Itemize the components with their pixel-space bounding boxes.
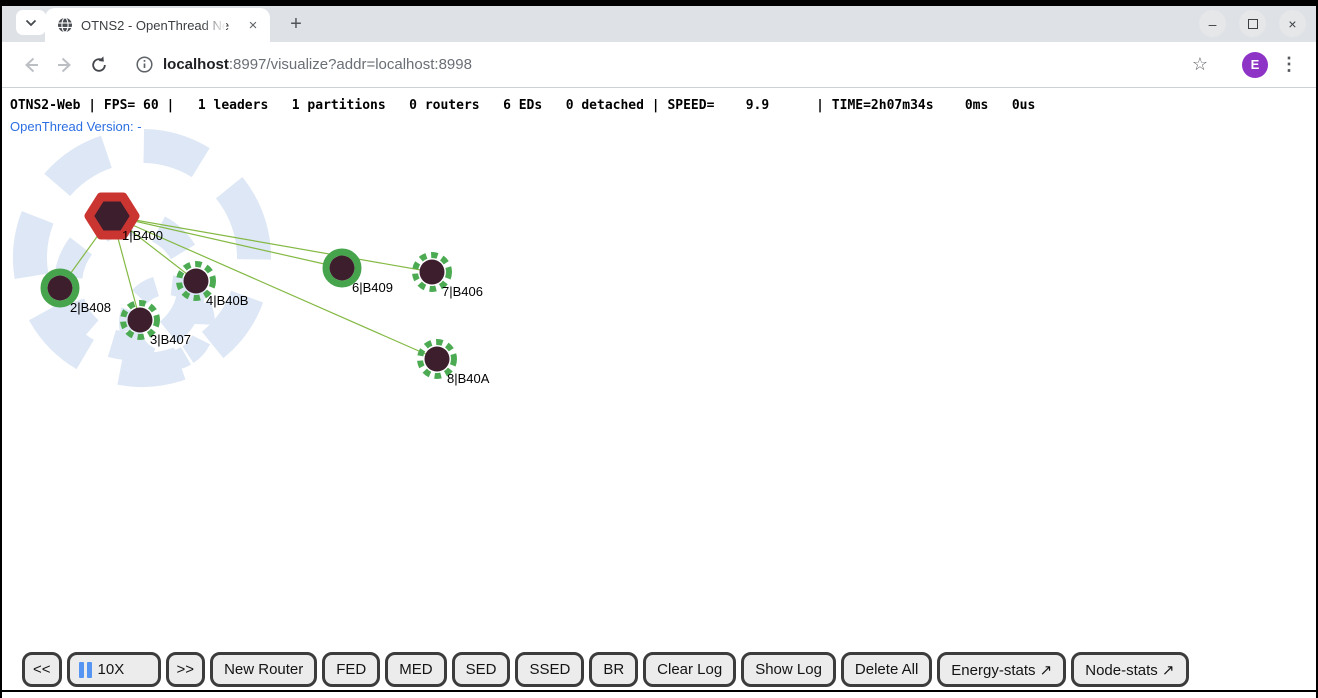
energy-stats-button[interactable]: Energy-stats ↗ — [937, 652, 1066, 687]
forward-arrow-icon — [55, 55, 75, 75]
back-arrow-icon — [21, 55, 41, 75]
maximize-icon — [1248, 19, 1258, 29]
window-close-button[interactable]: × — [1279, 10, 1306, 37]
url-path: :8997/visualize?addr=localhost:8998 — [229, 56, 472, 73]
tab-close-icon[interactable]: × — [244, 16, 262, 34]
omnibox[interactable]: localhost:8997/visualize?addr=localhost:… — [124, 48, 1224, 82]
simulation-status-line: OTNS2-Web | FPS= 60 | 1 leaders 1 partit… — [10, 98, 1035, 113]
delete-all-button[interactable]: Delete All — [841, 652, 932, 687]
url-text: localhost:8997/visualize?addr=localhost:… — [163, 56, 472, 73]
node-7[interactable] — [420, 260, 445, 285]
openthread-version-label: OpenThread Version: - — [10, 119, 142, 134]
window-maximize-button[interactable] — [1239, 10, 1266, 37]
window-minimize-button[interactable]: – — [1199, 10, 1226, 37]
speed-toggle-button[interactable]: 10X — [67, 652, 161, 687]
page-info-icon[interactable] — [136, 56, 153, 73]
profile-avatar[interactable]: E — [1242, 52, 1268, 78]
reload-icon — [89, 55, 109, 75]
clear-log-button[interactable]: Clear Log — [643, 652, 736, 687]
tab-title: OTNS2 - OpenThread Ne — [81, 18, 244, 33]
sed-button[interactable]: SED — [452, 652, 511, 687]
reload-button[interactable] — [82, 48, 116, 82]
bookmark-star-icon[interactable]: ☆ — [1186, 54, 1214, 75]
ssed-button[interactable]: SSED — [515, 652, 584, 687]
node-8[interactable] — [425, 347, 450, 372]
speed-up-button[interactable]: >> — [166, 652, 206, 687]
node-label-8: 8|B40A — [447, 371, 489, 386]
node-4[interactable] — [184, 269, 209, 294]
menu-kebab-icon[interactable]: ⋮ — [1276, 54, 1302, 75]
new-tab-button[interactable]: + — [283, 11, 309, 37]
tab-otns2[interactable]: OTNS2 - OpenThread Ne × — [45, 8, 270, 42]
node-label-7: 7|B406 — [442, 284, 483, 299]
show-log-button[interactable]: Show Log — [741, 652, 836, 687]
control-bar: << 10X >> New Router FED MED SED SSED BR… — [22, 652, 1189, 687]
tab-strip: OTNS2 - OpenThread Ne × + – × — [2, 6, 1316, 42]
tab-search-button[interactable] — [16, 10, 46, 35]
new-router-button[interactable]: New Router — [210, 652, 317, 687]
pause-icon — [79, 662, 92, 678]
back-button[interactable] — [14, 48, 48, 82]
node-3[interactable] — [128, 308, 153, 333]
browser-window: OTNS2 - OpenThread Ne × + – × — [0, 0, 1318, 698]
screen-bottom-edge — [2, 692, 1316, 698]
globe-favicon-icon — [57, 17, 73, 33]
node-label-3: 3|B407 — [150, 332, 191, 347]
node-label-1: 1|B400 — [122, 228, 163, 243]
fed-button[interactable]: FED — [322, 652, 380, 687]
node-6[interactable] — [330, 256, 355, 281]
node-label-4: 4|B40B — [206, 293, 248, 308]
node-stats-button[interactable]: Node-stats ↗ — [1071, 652, 1188, 687]
speed-down-button[interactable]: << — [22, 652, 62, 687]
node-label-2: 2|B408 — [70, 300, 111, 315]
otns-canvas: 1|B400 2|B408 3|B407 4|B40B 6|B409 7|B406 8|B4… — [2, 88, 1316, 690]
partition-watermark-arc — [2, 105, 295, 411]
node-2[interactable] — [48, 276, 73, 301]
med-button[interactable]: MED — [385, 652, 446, 687]
browser-toolbar: localhost:8997/visualize?addr=localhost:… — [2, 42, 1316, 88]
network-svg — [2, 88, 1316, 690]
url-host: localhost — [163, 56, 229, 73]
node-label-6: 6|B409 — [352, 280, 393, 295]
chevron-down-icon — [25, 19, 37, 27]
forward-button[interactable] — [48, 48, 82, 82]
br-button[interactable]: BR — [589, 652, 638, 687]
